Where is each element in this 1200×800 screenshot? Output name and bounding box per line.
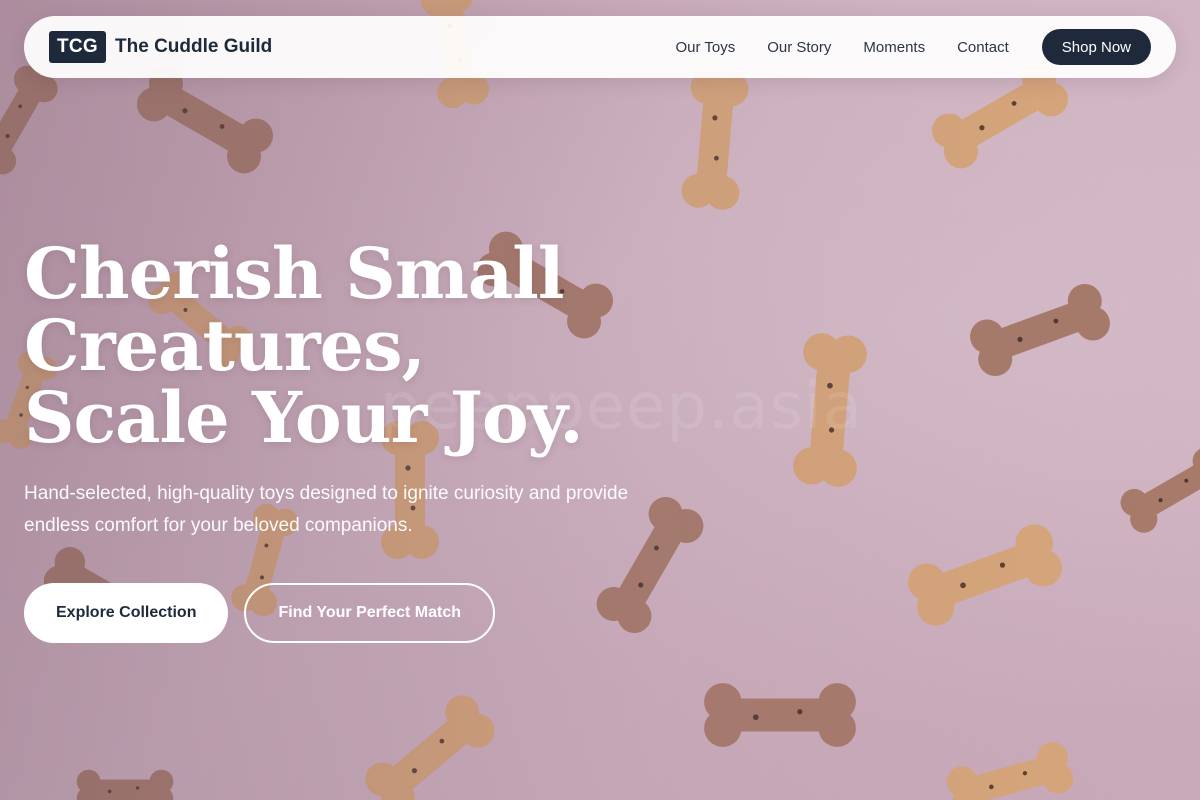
find-perfect-match-button[interactable]: Find Your Perfect Match — [244, 583, 496, 643]
nav-link-contact[interactable]: Contact — [957, 39, 1009, 56]
brand-home-link[interactable]: TCG The Cuddle Guild — [49, 31, 272, 63]
nav-link-our-toys[interactable]: Our Toys — [675, 39, 735, 56]
brand-logo: TCG — [49, 31, 107, 63]
brand-name: The Cuddle Guild — [115, 36, 273, 57]
nav-links: Our Toys Our Story Moments Contact — [675, 39, 1008, 56]
navbar: TCG The Cuddle Guild Our Toys Our Story … — [24, 16, 1176, 78]
hero-section: peeppeep.asia Cherish Small Creatures, S… — [0, 0, 1200, 800]
hero-button-row: Explore Collection Find Your Perfect Mat… — [24, 583, 496, 643]
nav-link-moments[interactable]: Moments — [863, 39, 925, 56]
hero-subtext: Hand-selected, high-quality toys designe… — [24, 483, 629, 536]
hero-headline: Cherish Small Creatures, Scale Your Joy. — [24, 232, 584, 459]
shop-now-button[interactable]: Shop Now — [1041, 29, 1151, 65]
explore-collection-button[interactable]: Explore Collection — [24, 583, 229, 643]
nav-link-our-story[interactable]: Our Story — [767, 39, 831, 56]
